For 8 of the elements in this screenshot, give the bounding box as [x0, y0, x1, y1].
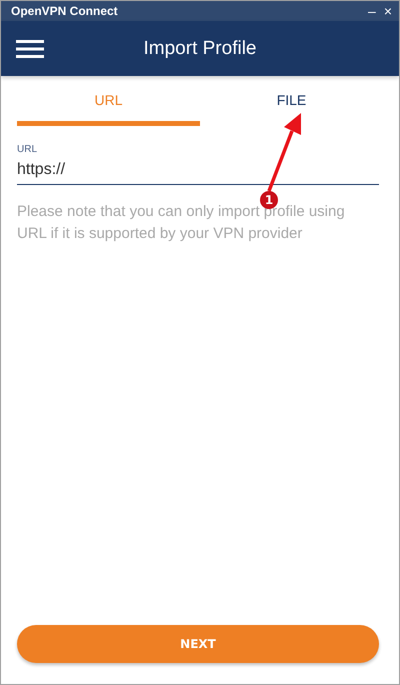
step-badge: 1 [260, 191, 278, 209]
window-control[interactable]: × [380, 2, 395, 20]
window-title: OpenVPN Connect [11, 4, 118, 18]
menu-icon[interactable] [16, 40, 44, 58]
page-title: Import Profile [142, 38, 258, 60]
tab[interactable]: FILE [200, 86, 383, 126]
field-label: URL [17, 144, 38, 155]
window-control[interactable]: – [365, 2, 379, 20]
